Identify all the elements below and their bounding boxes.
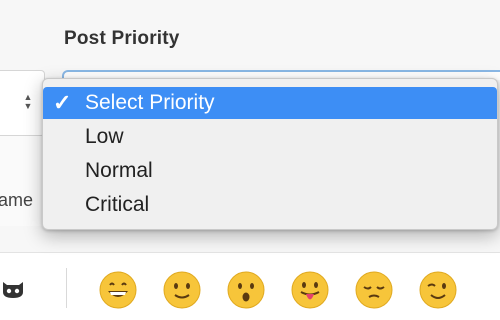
post-priority-label: Post Priority [64, 28, 180, 49]
winking-face-icon[interactable] [418, 270, 458, 310]
option-label: Low [85, 125, 124, 148]
option-label: Normal [85, 159, 153, 182]
github-octocat-icon[interactable] [0, 276, 26, 302]
checkmark-icon: ✓ [53, 90, 72, 115]
option-label: Critical [85, 193, 150, 216]
option-normal[interactable]: Normal [43, 155, 497, 187]
emoji-bar-divider [66, 268, 67, 308]
name-label: ame [0, 190, 34, 210]
pensive-face-icon[interactable] [354, 270, 394, 310]
grinning-face-icon[interactable] [98, 270, 138, 310]
priority-dropdown-menu: ✓ Select Priority Low Normal Critical [42, 78, 498, 230]
astonished-face-icon[interactable] [226, 270, 266, 310]
option-label: Select Priority [85, 91, 215, 114]
slightly-smiling-face-icon[interactable] [162, 270, 202, 310]
left-select-box[interactable]: ▲ ▼ [0, 70, 45, 136]
emoji-row [98, 270, 458, 310]
option-select-priority[interactable]: ✓ Select Priority [43, 87, 497, 119]
option-critical[interactable]: Critical [43, 189, 497, 221]
face-with-tongue-icon[interactable] [290, 270, 330, 310]
select-stepper-arrows-icon[interactable]: ▲ ▼ [23, 93, 33, 111]
name-field-area [0, 136, 42, 226]
option-low[interactable]: Low [43, 121, 497, 153]
